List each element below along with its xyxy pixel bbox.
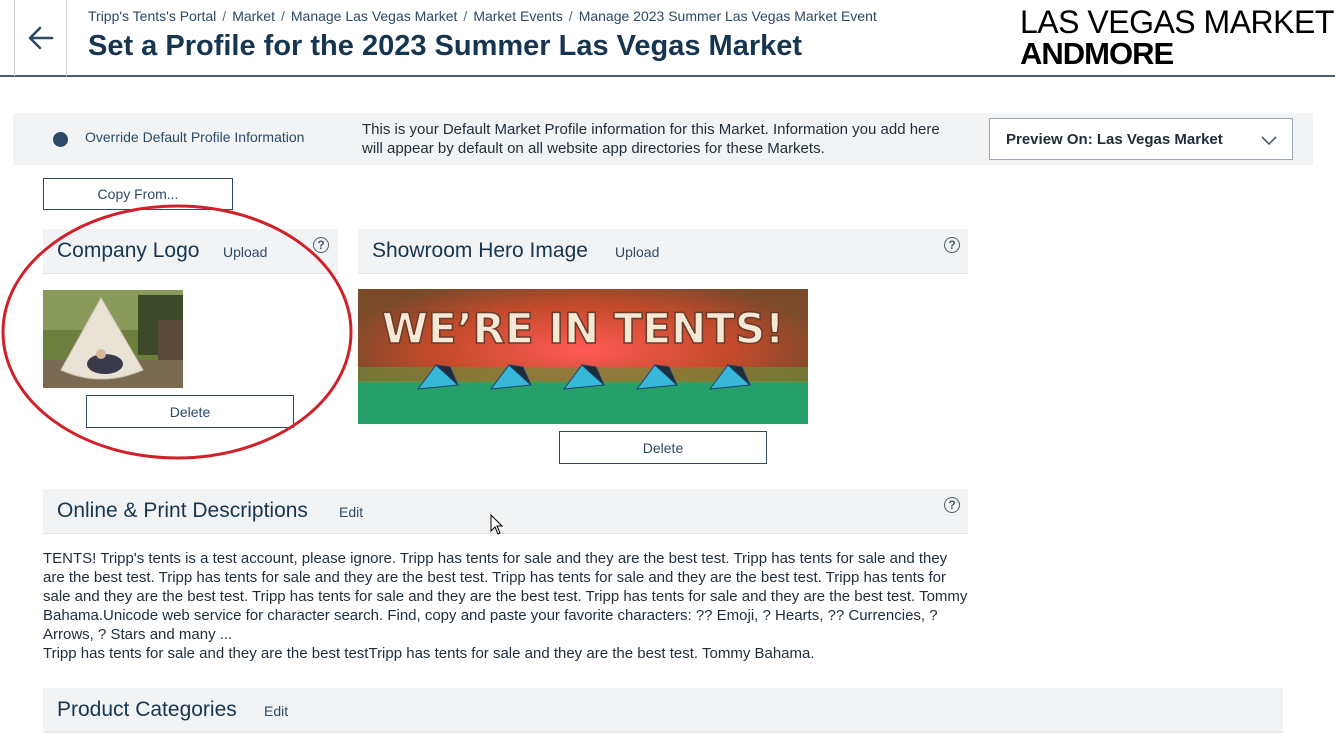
page-title: Set a Profile for the 2023 Summer Las Ve… bbox=[88, 30, 803, 62]
hero-image-upload-link[interactable]: Upload bbox=[615, 244, 659, 260]
hero-image-delete-button[interactable]: Delete bbox=[559, 431, 767, 464]
help-icon[interactable]: ? bbox=[313, 237, 329, 253]
page-header: Tripp's Tents's Portal / Market / Manage Las… bbox=[0, 0, 1335, 77]
breadcrumb-manage-las-vegas-market[interactable]: Manage Las Vegas Market bbox=[291, 8, 458, 24]
override-toggle[interactable] bbox=[53, 132, 68, 147]
description-text: TENTS! Tripp's tents is a test account, … bbox=[43, 549, 968, 663]
override-bar: Override Default Profile Information Thi… bbox=[13, 113, 1313, 165]
help-icon[interactable]: ? bbox=[944, 497, 960, 513]
description-paragraph: TENTS! Tripp's tents is a test account, … bbox=[43, 550, 968, 643]
company-logo-image bbox=[43, 290, 183, 388]
copy-from-button[interactable]: Copy From... bbox=[43, 178, 233, 210]
hero-banner-text: WE’RE IN TENTS! bbox=[382, 304, 785, 353]
company-logo-header: Company Logo Upload ? bbox=[43, 229, 338, 274]
brand-line1: LAS VEGAS MARKET bbox=[1020, 4, 1334, 40]
breadcrumb: Tripp's Tents's Portal / Market / Manage Las… bbox=[88, 8, 877, 24]
company-logo-delete-button[interactable]: Delete bbox=[86, 395, 294, 428]
breadcrumb-portal[interactable]: Tripp's Tents's Portal bbox=[88, 8, 216, 24]
product-categories-title: Product Categories bbox=[57, 698, 237, 721]
chevron-down-icon bbox=[1261, 136, 1277, 146]
product-categories-edit-link[interactable]: Edit bbox=[264, 703, 288, 719]
brand-logo: LAS VEGAS MARKET ANDMORE bbox=[1020, 4, 1334, 71]
override-note: This is your Default Market Profile info… bbox=[362, 121, 940, 157]
description-paragraph: Tripp has tents for sale and they are th… bbox=[43, 645, 815, 662]
company-logo-upload-link[interactable]: Upload bbox=[223, 244, 267, 260]
help-icon[interactable]: ? bbox=[944, 237, 960, 253]
arrow-left-icon bbox=[28, 26, 53, 50]
brand-line2: ANDMORE bbox=[1020, 36, 1174, 71]
descriptions-title: Online & Print Descriptions bbox=[57, 499, 308, 522]
breadcrumb-market[interactable]: Market bbox=[232, 8, 275, 24]
override-label[interactable]: Override Default Profile Information bbox=[85, 129, 304, 145]
company-logo-title: Company Logo bbox=[57, 239, 200, 262]
breadcrumb-market-events[interactable]: Market Events bbox=[473, 8, 562, 24]
preview-select-label: Preview On: Las Vegas Market bbox=[1006, 131, 1223, 148]
hero-banner-image: WE’RE IN TENTS! bbox=[358, 289, 808, 424]
preview-market-select[interactable]: Preview On: Las Vegas Market bbox=[989, 118, 1293, 160]
product-categories-header: Product Categories Edit bbox=[43, 688, 1283, 733]
hero-image-header: Showroom Hero Image Upload ? bbox=[358, 229, 968, 274]
breadcrumb-manage-event[interactable]: Manage 2023 Summer Las Vegas Market Even… bbox=[579, 8, 877, 24]
hero-image-title: Showroom Hero Image bbox=[372, 239, 588, 262]
descriptions-edit-link[interactable]: Edit bbox=[339, 504, 363, 520]
descriptions-header: Online & Print Descriptions Edit ? bbox=[43, 489, 968, 534]
back-button[interactable] bbox=[14, 0, 67, 76]
